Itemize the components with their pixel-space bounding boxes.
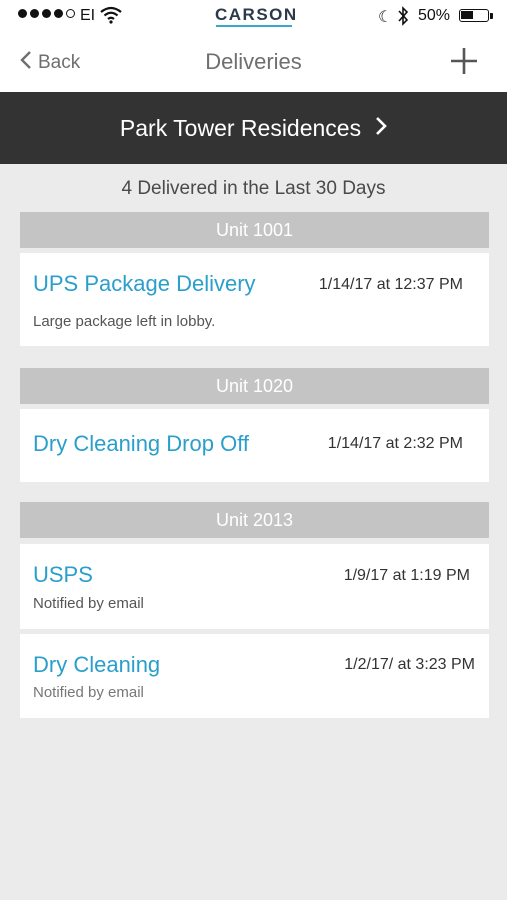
delivery-time: 1/9/17 at 1:19 PM bbox=[343, 567, 470, 584]
wifi-icon bbox=[100, 6, 122, 29]
navigation-bar: Back Deliveries bbox=[0, 34, 507, 92]
delivery-note: Notified by email bbox=[33, 595, 144, 612]
logo-underline bbox=[216, 25, 292, 27]
delivery-time: 1/14/17 at 12:37 PM bbox=[318, 276, 463, 293]
chevron-right-icon bbox=[375, 116, 387, 141]
delivery-title: Dry Cleaning Drop Off bbox=[33, 431, 250, 456]
delivery-title: USPS bbox=[33, 562, 93, 587]
property-selector[interactable]: Park Tower Residences bbox=[0, 92, 507, 164]
delivery-note: Large package left in lobby. bbox=[33, 313, 216, 330]
status-bar: EI CARSON ☾ 50% bbox=[0, 0, 507, 34]
battery-tip bbox=[490, 13, 493, 19]
unit-header: Unit 2013 bbox=[20, 502, 489, 538]
carson-logo: CARSON bbox=[215, 5, 298, 24]
delivery-card[interactable]: Dry Cleaning Drop Off 1/14/17 at 2:32 PM bbox=[20, 409, 489, 482]
plus-icon bbox=[451, 48, 477, 74]
signal-strength-icon bbox=[18, 9, 75, 18]
unit-header: Unit 1001 bbox=[20, 212, 489, 248]
page-title: Deliveries bbox=[205, 49, 302, 74]
carrier-name: EI bbox=[80, 7, 96, 24]
delivery-card[interactable]: UPS Package Delivery 1/14/17 at 12:37 PM… bbox=[20, 253, 489, 346]
add-delivery-button[interactable] bbox=[449, 46, 479, 76]
delivery-title: UPS Package Delivery bbox=[33, 271, 256, 296]
do-not-disturb-moon-icon: ☾ bbox=[378, 9, 393, 26]
delivery-time: 1/14/17 at 2:32 PM bbox=[327, 435, 463, 452]
delivery-time: 1/2/17/ at 3:23 PM bbox=[344, 656, 475, 673]
delivery-card[interactable]: USPS 1/9/17 at 1:19 PM Notified by email bbox=[20, 544, 489, 629]
delivery-note: Notified by email bbox=[33, 684, 144, 701]
bluetooth-icon bbox=[397, 6, 409, 31]
unit-header: Unit 1020 bbox=[20, 368, 489, 404]
battery-percent: 50% bbox=[418, 7, 451, 24]
battery-level-fill bbox=[461, 11, 473, 19]
delivery-summary: 4 Delivered in the Last 30 Days bbox=[121, 178, 386, 199]
delivery-card[interactable]: Dry Cleaning 1/2/17/ at 3:23 PM Notified… bbox=[20, 634, 489, 718]
property-name: Park Tower Residences bbox=[119, 114, 362, 141]
delivery-title: Dry Cleaning bbox=[33, 652, 161, 677]
battery-icon bbox=[459, 9, 489, 22]
